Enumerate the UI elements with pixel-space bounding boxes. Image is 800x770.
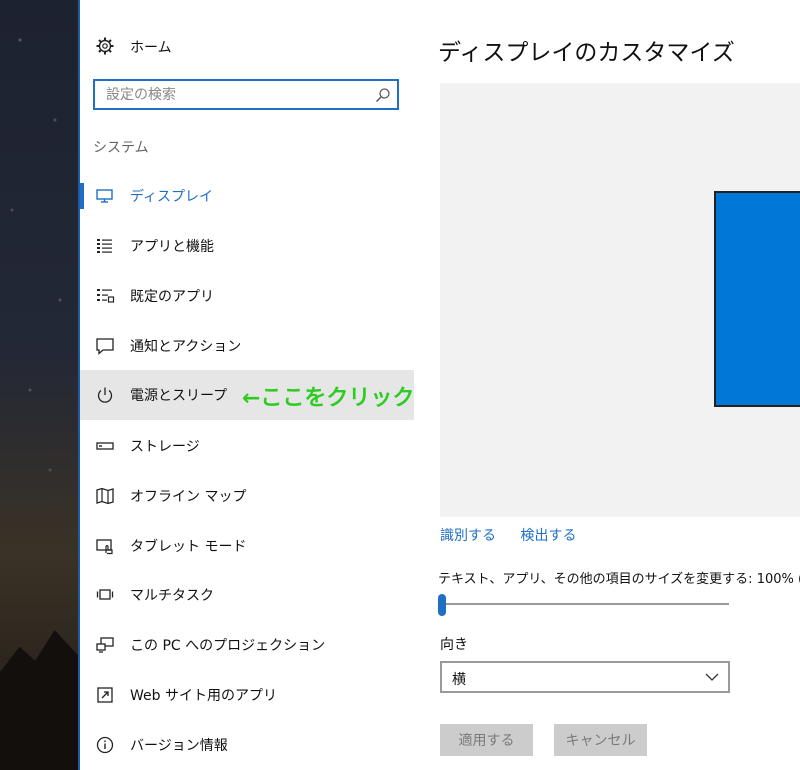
sidebar-item-offline-maps[interactable]: オフライン マップ <box>80 471 414 521</box>
click-here-annotation: ←ここをクリック <box>242 386 415 411</box>
notification-icon <box>95 336 115 356</box>
detect-link[interactable]: 検出する <box>520 528 576 544</box>
settings-window: ホーム システム ディスプレイ <box>78 0 800 770</box>
orientation-label: 向き <box>440 637 468 653</box>
sidebar-item-label: Web サイト用のアプリ <box>130 688 277 704</box>
search-icon[interactable] <box>375 87 391 103</box>
sidebar-item-label: マルチタスク <box>130 588 214 604</box>
monitor-tile[interactable] <box>714 191 800 407</box>
desktop-wallpaper <box>0 0 78 770</box>
chevron-down-icon <box>704 670 720 684</box>
home-label: ホーム <box>130 40 172 56</box>
sidebar-home[interactable]: ホーム <box>80 28 414 64</box>
sidebar-item-label: 通知とアクション <box>130 339 242 355</box>
multitask-icon <box>95 585 115 605</box>
sidebar-item-web-apps[interactable]: Web サイト用のアプリ <box>80 670 414 720</box>
sidebar-item-label: ストレージ <box>130 439 200 455</box>
sidebar: ホーム システム ディスプレイ <box>80 0 414 770</box>
apply-button[interactable]: 適用する <box>440 724 533 756</box>
sidebar-item-label: オフライン マップ <box>130 489 247 505</box>
sidebar-item-projection[interactable]: この PC へのプロジェクション <box>80 620 414 670</box>
sidebar-item-storage[interactable]: ストレージ <box>80 421 414 471</box>
main-content: ディスプレイのカスタマイズ 識別する 検出する テキスト、アプリ、その他の項目の… <box>438 0 800 770</box>
sidebar-item-default-apps[interactable]: 既定のアプリ <box>80 271 414 321</box>
default-apps-icon <box>95 286 115 306</box>
sidebar-item-label: バージョン情報 <box>130 738 228 754</box>
display-arrangement-area <box>440 83 800 517</box>
power-icon <box>95 385 115 405</box>
orientation-value: 横 <box>452 672 466 688</box>
search-box <box>93 79 399 110</box>
scale-slider-thumb[interactable] <box>438 594 446 616</box>
sidebar-item-label: タブレット モード <box>130 539 247 555</box>
sidebar-item-multitasking[interactable]: マルチタスク <box>80 570 414 620</box>
projection-icon <box>95 635 115 655</box>
sidebar-item-notifications[interactable]: 通知とアクション <box>80 321 414 371</box>
page-title: ディスプレイのカスタマイズ <box>438 40 735 66</box>
sidebar-item-power-sleep[interactable]: 電源とスリープ ←ここをクリック <box>80 370 414 420</box>
sidebar-item-tablet-mode[interactable]: タブレット モード <box>80 521 414 571</box>
sidebar-item-label: 電源とスリープ <box>130 388 228 404</box>
sidebar-item-apps-features[interactable]: アプリと機能 <box>80 221 414 271</box>
sidebar-item-label: 既定のアプリ <box>130 289 214 305</box>
identify-link[interactable]: 識別する <box>440 528 496 544</box>
scale-label: テキスト、アプリ、その他の項目のサイズを変更する: 100% (推 <box>438 572 800 587</box>
map-icon <box>95 486 115 506</box>
web-apps-icon <box>95 685 115 705</box>
sidebar-item-label: アプリと機能 <box>130 239 214 255</box>
orientation-dropdown[interactable]: 横 <box>440 661 730 693</box>
monitor-icon <box>95 186 115 206</box>
cancel-button[interactable]: キャンセル <box>554 724 647 756</box>
sidebar-item-display[interactable]: ディスプレイ <box>80 171 414 221</box>
sidebar-item-label: この PC へのプロジェクション <box>130 638 326 654</box>
info-icon <box>95 735 115 755</box>
gear-icon <box>96 37 114 55</box>
section-title-system: システム <box>93 140 149 156</box>
sidebar-item-about[interactable]: バージョン情報 <box>80 720 414 770</box>
display-links: 識別する 検出する <box>440 525 596 545</box>
search-input[interactable] <box>95 81 376 108</box>
tablet-mode-icon <box>95 536 115 556</box>
wallpaper-mountain <box>0 630 78 770</box>
selection-indicator <box>80 183 84 209</box>
scale-slider-track[interactable] <box>442 603 729 605</box>
storage-icon <box>95 436 115 456</box>
apps-list-icon <box>95 236 115 256</box>
sidebar-item-label: ディスプレイ <box>130 189 214 205</box>
